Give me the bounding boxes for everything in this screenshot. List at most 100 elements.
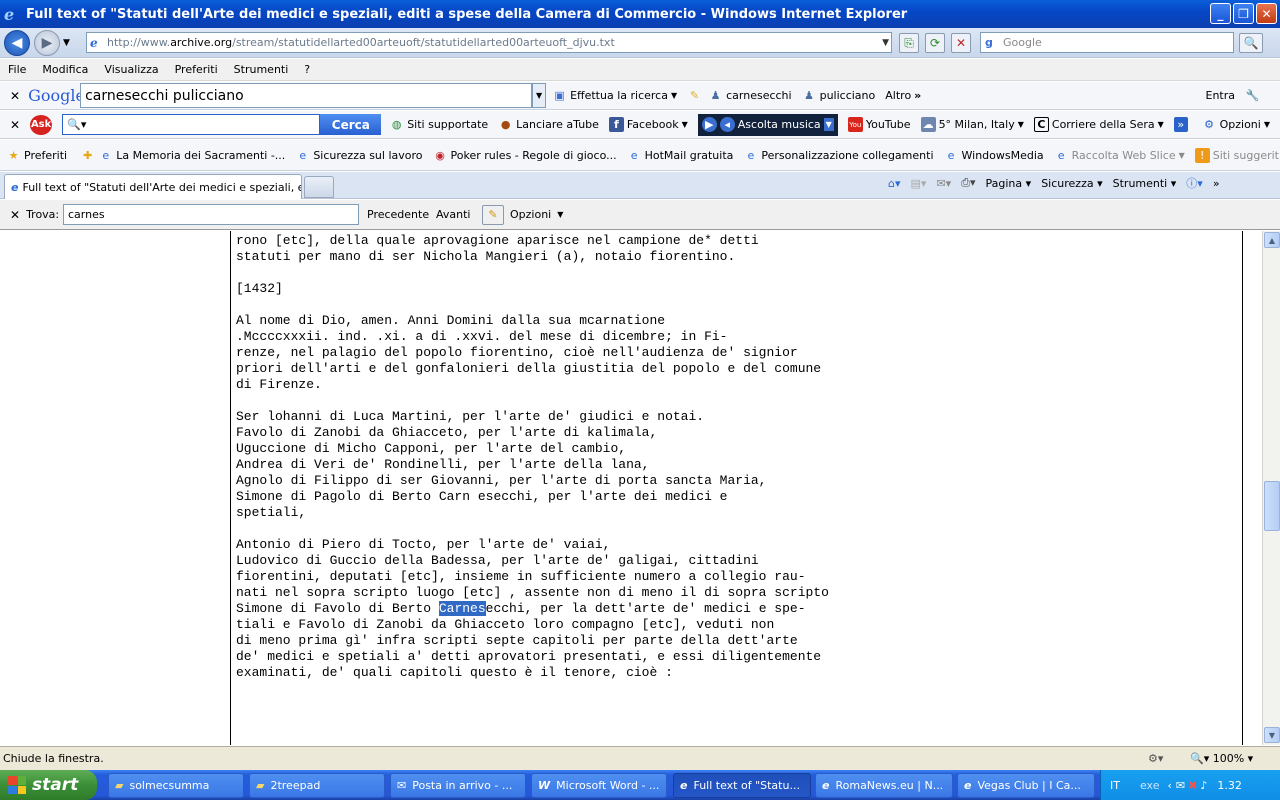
menu-strumenti[interactable]: Strumenti: [226, 63, 297, 76]
favorite-link[interactable]: ◉ Poker rules - Regole di gioco...: [433, 148, 616, 163]
search-field[interactable]: g Google: [980, 32, 1234, 53]
google-more-button[interactable]: Altro»: [885, 89, 921, 102]
tray-chevron-icon[interactable]: ‹: [1167, 779, 1171, 792]
menu-modifica[interactable]: Modifica: [34, 63, 96, 76]
language-indicator[interactable]: IT: [1110, 779, 1120, 792]
taskbar-button[interactable]: ▰ solmecsumma: [108, 773, 244, 798]
favorite-link[interactable]: e La Memoria dei Sacramenti -...: [98, 148, 285, 163]
term-pulicciano-button[interactable]: ♟ pulicciano: [802, 88, 875, 103]
taskbar-button[interactable]: ✉ Posta in arrivo - ...: [390, 773, 526, 798]
google-search-input[interactable]: carnesecchi pulicciano: [80, 83, 533, 108]
start-button[interactable]: start: [0, 770, 97, 800]
refresh-icon[interactable]: ⟳: [925, 33, 945, 53]
atube-button[interactable]: ● Lanciare aTube: [498, 117, 599, 132]
suggested-sites[interactable]: !Siti suggeriti▼: [1194, 147, 1280, 163]
highlight-pen-icon[interactable]: ✎: [687, 88, 702, 103]
taskbar-button-active[interactable]: e Full text of "Statu...: [673, 773, 811, 798]
word-icon: W: [538, 779, 551, 792]
status-text: Chiude la finestra.: [3, 752, 104, 765]
weather-button[interactable]: ☁ 5° Milan, Italy ▼: [920, 117, 1024, 132]
vertical-scrollbar[interactable]: ▲ ▼: [1262, 231, 1280, 745]
clock: 1.32: [1217, 778, 1242, 792]
maximize-button[interactable]: ❐: [1233, 3, 1254, 24]
page-menu[interactable]: Pagina ▾: [986, 177, 1032, 190]
mail-icon[interactable]: ✉▾: [936, 177, 951, 190]
forward-button[interactable]: ▶: [34, 29, 60, 56]
menu-visualizza[interactable]: Visualizza: [96, 63, 166, 76]
music-player[interactable]: ▶ ◂ Ascolta musica ▼: [697, 113, 838, 136]
ask-options-button[interactable]: ⚙ Opzioni ▼: [1202, 117, 1270, 132]
feeds-icon[interactable]: ▤▾: [911, 177, 927, 190]
more-commands-icon[interactable]: »: [1213, 177, 1220, 190]
zoom-control[interactable]: 🔍▾ 100% ▾: [1190, 752, 1253, 765]
menu-file[interactable]: File: [0, 63, 34, 76]
compat-view-icon[interactable]: ⎘: [899, 33, 919, 53]
term-carnesecchi-button[interactable]: ♟ carnesecchi: [708, 88, 792, 103]
volume-icon[interactable]: ◂: [719, 117, 735, 132]
find-label: Trova:: [26, 208, 60, 221]
corriere-button[interactable]: C Corriere della Sera ▼: [1033, 117, 1164, 132]
volume-icon[interactable]: ♪: [1200, 779, 1207, 792]
siti-supportate-button[interactable]: ◍ Siti supportate: [389, 117, 488, 132]
back-button[interactable]: ◀: [4, 29, 30, 56]
ask-search-input[interactable]: 🔍▾: [62, 114, 321, 135]
print-icon[interactable]: ⎙▾: [961, 176, 975, 190]
close-toolbar-icon[interactable]: ✕: [10, 118, 20, 132]
menu-help[interactable]: ?: [296, 63, 318, 76]
network-icon[interactable]: ✉: [1176, 779, 1185, 792]
google-search-dropdown-icon[interactable]: ▼: [532, 83, 547, 108]
youtube-button[interactable]: You YouTube: [847, 117, 911, 132]
url-field[interactable]: e http://www. archive.org/stream/statutid…: [86, 32, 892, 53]
find-input[interactable]: carnes: [63, 204, 359, 225]
close-find-icon[interactable]: ✕: [10, 208, 20, 222]
favorites-button[interactable]: ★ Preferiti: [6, 148, 68, 163]
tools-menu[interactable]: Strumenti ▾: [1113, 177, 1177, 190]
play-icon[interactable]: ▶: [701, 117, 717, 132]
favorite-link[interactable]: e WindowsMedia: [944, 148, 1044, 163]
find-next-button[interactable]: Avanti: [436, 208, 470, 221]
menu-preferiti[interactable]: Preferiti: [167, 63, 226, 76]
favorite-link[interactable]: e HotMail gratuita: [627, 148, 734, 163]
favorite-link[interactable]: e Sicurezza sul lavoro: [295, 148, 422, 163]
new-tab-button[interactable]: [304, 176, 334, 198]
add-favorite-icon[interactable]: ✚: [83, 148, 92, 163]
home-icon[interactable]: ⌂▾: [888, 177, 901, 190]
stop-icon[interactable]: ✕: [951, 33, 971, 53]
more-chevron-icon[interactable]: »: [1173, 117, 1188, 132]
web-slice-gallery[interactable]: e Raccolta Web Slice ▼: [1054, 148, 1185, 163]
suggested-sites-icon: !: [1194, 147, 1210, 163]
find-previous-button[interactable]: Precedente: [367, 208, 429, 221]
history-dropdown-icon[interactable]: ▼: [63, 38, 70, 48]
taskbar-button[interactable]: ▰ 2treepad: [249, 773, 385, 798]
folder-icon: ▰: [115, 779, 124, 792]
scroll-up-icon[interactable]: ▲: [1264, 232, 1280, 248]
wrench-icon[interactable]: 🔧: [1245, 88, 1260, 103]
search-go-icon[interactable]: 🔍: [1239, 33, 1263, 53]
ie-page-icon: e: [947, 148, 955, 162]
favorite-link[interactable]: e Personalizzazione collegamenti: [743, 148, 934, 163]
google-search-button[interactable]: ▣ Effettua la ricerca ▼: [552, 88, 677, 103]
close-toolbar-icon[interactable]: ✕: [10, 89, 20, 103]
taskbar-button[interactable]: e Vegas Club | I Ca...: [957, 773, 1095, 798]
find-bar: ✕ Trova: carnes Precedente Avanti ✎ Opzi…: [0, 200, 1280, 230]
ask-search-button[interactable]: Cerca: [320, 114, 382, 135]
security-menu[interactable]: Sicurezza ▾: [1041, 177, 1102, 190]
taskbar-button[interactable]: e RomaNews.eu | N...: [815, 773, 953, 798]
google-toolbar: ✕ Google carnesecchi pulicciano ▼ ▣ Effet…: [0, 82, 1280, 110]
scroll-down-icon[interactable]: ▼: [1264, 727, 1280, 743]
globe-icon: ◍: [391, 118, 402, 131]
close-button[interactable]: ✕: [1256, 3, 1277, 24]
security-alert-icon[interactable]: ✖: [1188, 779, 1197, 792]
protected-mode-icon[interactable]: ⚙▾: [1148, 752, 1163, 765]
help-icon[interactable]: ⓘ▾: [1186, 175, 1203, 191]
taskbar-button[interactable]: W Microsoft Word - ...: [531, 773, 667, 798]
tab-active[interactable]: e Full text of "Statuti dell'Arte dei med…: [4, 174, 302, 199]
minimize-button[interactable]: _: [1210, 3, 1231, 24]
scroll-thumb[interactable]: [1264, 481, 1280, 531]
google-signin-button[interactable]: Entra: [1206, 89, 1236, 102]
url-dropdown-icon[interactable]: ▼: [882, 38, 889, 48]
find-options-button[interactable]: ✎ Opzioni ▼: [482, 204, 563, 225]
weather-icon: ☁: [920, 117, 936, 132]
facebook-button[interactable]: f Facebook ▼: [608, 117, 688, 132]
ie-page-icon: e: [1057, 148, 1065, 162]
